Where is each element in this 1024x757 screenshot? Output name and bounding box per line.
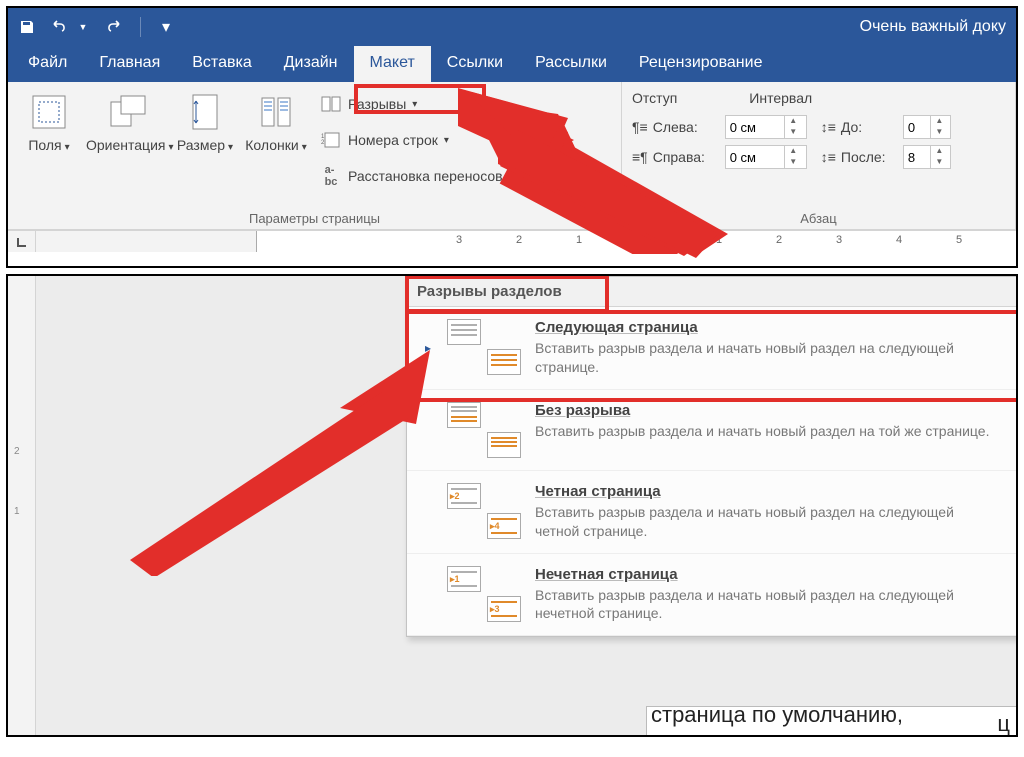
tab-home[interactable]: Главная (83, 46, 176, 82)
dropdown-item-next-page[interactable]: ▸ Следующая страница Вставить разрыв раз… (407, 307, 1018, 390)
selection-caret-icon: ▸ (425, 341, 433, 355)
spacing-after-icon: ↕≡ (821, 149, 836, 165)
dropdown-item-title: Нечетная страница (535, 566, 1001, 583)
ribbon: Поля▾ Ориентация▾ Размер▾ Колонки▾ (8, 82, 1016, 230)
odd-page-icon: ▸1 ▸3 (447, 566, 521, 622)
tab-layout[interactable]: Макет (354, 46, 431, 82)
hyphenation-icon: a-bc (320, 166, 342, 186)
margins-label: Поля (28, 137, 61, 153)
line-numbers-button[interactable]: 12 Номера строк ▾ (320, 128, 514, 152)
tab-references[interactable]: Ссылки (431, 46, 519, 82)
quick-access-toolbar: ▼ ▾ (18, 17, 175, 37)
paragraph-group-label: Абзац (622, 211, 1015, 226)
annotation-arrow-bottom (120, 346, 450, 576)
dropdown-item-even-page[interactable]: ▸2 ▸4 Четная страница Вставить разрыв ра… (407, 471, 1018, 554)
spacing-after-input[interactable]: ▲▼ (903, 145, 951, 169)
tab-insert[interactable]: Вставка (176, 46, 267, 82)
line-numbers-label: Номера строк (348, 132, 438, 148)
breaks-button[interactable]: Разрывы ▾ (320, 92, 514, 116)
vertical-ruler: 2 1 (8, 276, 36, 735)
next-page-icon (447, 319, 521, 375)
indent-left-icon: ¶≡ (632, 119, 648, 135)
undo-icon[interactable] (50, 18, 68, 36)
hyphenation-button[interactable]: a-bc Расстановка переносов ▾ (320, 164, 514, 188)
page-text: страница по умолчанию, (651, 700, 903, 731)
indent-left-label: Слева: (653, 119, 711, 135)
breaks-label: Разрывы (348, 96, 406, 112)
page-setup-group-label: Параметры страницы (8, 211, 621, 226)
size-button[interactable]: Размер▾ (174, 88, 236, 207)
horizontal-ruler: 3 2 1 1 2 3 4 5 (8, 230, 1016, 252)
undo-dropdown-icon[interactable]: ▼ (74, 18, 92, 36)
breaks-dropdown: Разрывы разделов ▸ Следующая страница Вс… (406, 276, 1018, 637)
dropdown-item-title: Четная страница (535, 483, 1001, 500)
group-page-setup: Поля▾ Ориентация▾ Размер▾ Колонки▾ (8, 82, 622, 229)
columns-button[interactable]: Колонки▾ (242, 88, 310, 207)
spacing-before-input[interactable]: ▲▼ (903, 115, 951, 139)
even-page-icon: ▸2 ▸4 (447, 483, 521, 539)
dropdown-item-title: Без разрыва (535, 402, 1001, 419)
continuous-icon (447, 402, 521, 458)
spacing-after-label: После: (841, 149, 889, 165)
redo-icon[interactable] (106, 18, 124, 36)
orientation-button[interactable]: Ориентация▾ (86, 88, 168, 207)
tab-design[interactable]: Дизайн (268, 46, 354, 82)
indent-left-input[interactable]: ▲▼ (725, 115, 807, 139)
document-title: Очень важный доку (860, 18, 1006, 36)
breaks-icon (320, 94, 342, 114)
margins-button[interactable]: Поля▾ (18, 88, 80, 207)
orientation-label: Ориентация (86, 137, 165, 153)
title-bar: ▼ ▾ Очень важный доку (8, 8, 1016, 46)
ribbon-tabs: Файл Главная Вставка Дизайн Макет Ссылки… (8, 46, 1016, 82)
dropdown-item-odd-page[interactable]: ▸1 ▸3 Нечетная страница Вставить разрыв … (407, 554, 1018, 637)
size-label: Размер (177, 137, 225, 153)
tab-mailings[interactable]: Рассылки (519, 46, 623, 82)
dropdown-item-desc: Вставить разрыв раздела и начать новый р… (535, 339, 1001, 377)
columns-label: Колонки (245, 137, 298, 153)
indent-header: Отступ (632, 90, 677, 106)
svg-text:2: 2 (321, 140, 325, 146)
dropdown-item-desc: Вставить разрыв раздела и начать новый р… (535, 422, 1001, 441)
tab-selector-icon[interactable] (8, 231, 36, 252)
dropdown-section-header: Разрывы разделов (407, 277, 1018, 307)
indent-right-input[interactable]: ▲▼ (725, 145, 807, 169)
document-page: ц ф е страница по умолчанию, (646, 706, 1016, 735)
dropdown-item-title: Следующая страница (535, 319, 1001, 336)
tab-file[interactable]: Файл (12, 46, 83, 82)
dropdown-item-desc: Вставить разрыв раздела и начать новый р… (535, 503, 1001, 541)
hyphenation-label: Расстановка переносов (348, 168, 503, 184)
line-numbers-icon: 12 (320, 130, 342, 150)
tab-review[interactable]: Рецензирование (623, 46, 779, 82)
indent-right-label: Справа: (653, 149, 711, 165)
spacing-before-icon: ↕≡ (821, 119, 836, 135)
indent-right-icon: ≡¶ (632, 149, 648, 165)
dropdown-item-desc: Вставить разрыв раздела и начать новый р… (535, 586, 1001, 624)
customize-qat-icon[interactable]: ▾ (157, 18, 175, 36)
spacing-header: Интервал (749, 90, 812, 106)
group-paragraph: Отступ Интервал ¶≡ Слева: ▲▼ ↕≡ До: ▲▼ ≡¶ С… (622, 82, 1016, 229)
spacing-before-label: До: (841, 119, 889, 135)
save-icon[interactable] (18, 18, 36, 36)
dropdown-item-continuous[interactable]: Без разрыва Вставить разрыв раздела и на… (407, 390, 1018, 471)
